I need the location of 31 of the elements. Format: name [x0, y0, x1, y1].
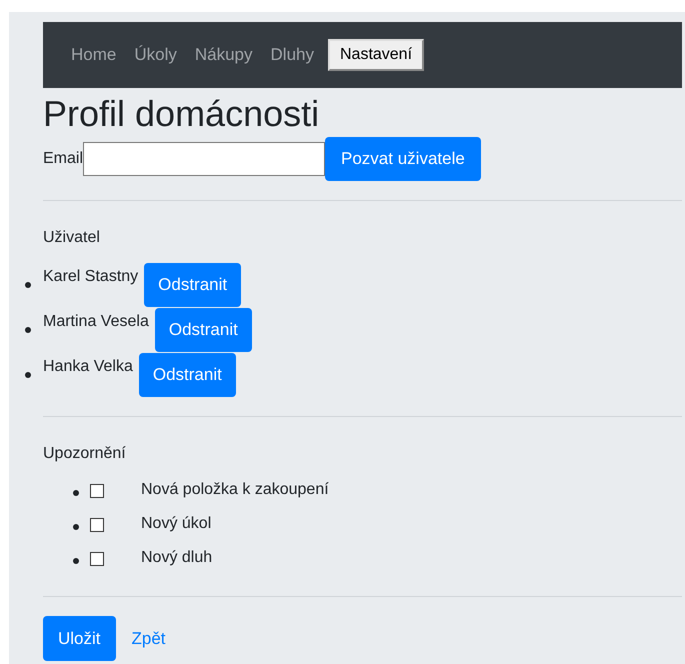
user-name: Karel Stastny	[43, 266, 138, 287]
checkbox[interactable]	[90, 484, 104, 498]
email-field[interactable]	[83, 142, 326, 176]
bullet-icon	[25, 326, 31, 333]
bullet-icon	[25, 372, 31, 378]
nav-link[interactable]: Úkoly	[126, 42, 185, 68]
nav-link[interactable]: Dluhy	[262, 42, 322, 68]
nav-link[interactable]: Nákupy	[186, 42, 261, 68]
bullet-icon	[73, 490, 79, 496]
user-name: Martina Vesela	[43, 312, 149, 332]
nav-link[interactable]: Nastavení	[328, 39, 424, 71]
notification-label: Nový úkol	[141, 514, 212, 534]
page-title: Profil domácnosti	[43, 92, 320, 136]
bullet-icon	[73, 524, 79, 530]
invite-button[interactable]: Pozvat uživatele	[325, 137, 481, 182]
notification-label: Nový dluh	[141, 548, 212, 568]
user-name: Hanka Velka	[43, 356, 133, 377]
remove-button[interactable]: Odstranit	[154, 308, 252, 352]
back-link[interactable]: Zpět	[132, 626, 166, 652]
section-heading: Upozornění	[43, 444, 126, 464]
bullet-icon	[25, 282, 31, 288]
remove-button[interactable]: Odstranit	[138, 352, 236, 397]
remove-button[interactable]: Odstranit	[144, 262, 242, 307]
email-label: Email	[43, 149, 84, 170]
notification-label: Nová položka k zakoupení	[141, 480, 329, 500]
checkbox[interactable]	[90, 518, 104, 532]
section-heading: Uživatel	[43, 228, 100, 248]
save-button[interactable]: Uložit	[43, 616, 116, 662]
nav-link[interactable]: Home	[63, 42, 124, 68]
bullet-icon	[73, 558, 79, 564]
checkbox[interactable]	[90, 552, 104, 566]
